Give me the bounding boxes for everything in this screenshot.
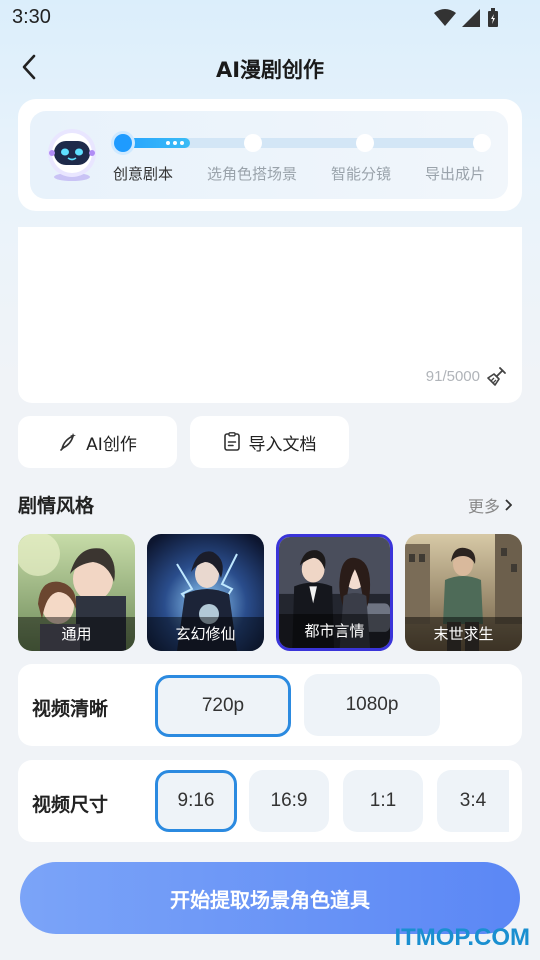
battery-icon <box>488 8 498 27</box>
size-1-1-button[interactable]: 1:1 <box>343 770 423 832</box>
progress-fill <box>122 138 191 148</box>
style-label-fantasy: 玄幻修仙 <box>147 617 264 651</box>
size-1-1-label: 1:1 <box>369 790 397 811</box>
size-16-9-label: 16:9 <box>270 790 308 811</box>
script-editor[interactable]: 91/5000 <box>18 227 522 403</box>
style-card-general[interactable]: 通用 <box>18 534 135 651</box>
style-card-urban-romance[interactable]: 都市言情 <box>276 534 393 651</box>
step-node-3[interactable] <box>356 134 374 152</box>
video-size-row: 视频尺寸 9:16 16:9 1:1 3:4 <box>18 760 522 842</box>
video-size-label: 视频尺寸 <box>32 794 109 816</box>
video-quality-label: 视频清晰 <box>32 698 109 720</box>
ai-create-button[interactable]: AI创作 <box>18 416 177 468</box>
quality-720p-label: 720p <box>201 695 245 716</box>
style-section-title: 剧情风格 <box>18 495 95 517</box>
style-label-urban-romance: 都市言情 <box>279 614 390 648</box>
signal-icon <box>462 9 480 27</box>
step-label-script[interactable]: 创意剧本 <box>113 163 173 184</box>
chevron-right-icon <box>505 499 512 511</box>
size-3-4-button[interactable]: 3:4 <box>437 770 509 832</box>
start-extract-label: 开始提取场景角色道具 <box>170 887 370 912</box>
import-doc-label: 导入文档 <box>248 434 317 455</box>
size-9-16-label: 9:16 <box>177 790 215 811</box>
size-16-9-button[interactable]: 16:9 <box>249 770 329 832</box>
document-icon <box>223 432 240 451</box>
status-icons <box>434 8 500 28</box>
step-label-storyboard[interactable]: 智能分镜 <box>331 163 391 184</box>
ai-create-label: AI创作 <box>86 434 137 455</box>
more-label: 更多 <box>467 497 500 516</box>
import-doc-button[interactable]: 导入文档 <box>190 416 349 468</box>
steps-card: 创意剧本 选角色搭场景 智能分镜 导出成片 <box>18 99 522 211</box>
step-label-cast[interactable]: 选角色搭场景 <box>207 163 297 184</box>
progress-track <box>114 134 491 152</box>
more-styles-link[interactable]: 更多 <box>468 493 512 517</box>
char-count: 91/5000 <box>425 368 480 385</box>
quality-720p-button[interactable]: 720p <box>155 675 291 737</box>
style-card-apocalypse[interactable]: 末世求生 <box>405 534 522 651</box>
watermark: ITMOP.COM <box>394 924 530 951</box>
style-label-general: 通用 <box>18 617 135 651</box>
style-card-fantasy[interactable]: 玄幻修仙 <box>147 534 264 651</box>
step-label-export[interactable]: 导出成片 <box>425 163 485 184</box>
quality-1080p-button[interactable]: 1080p <box>304 674 440 736</box>
nav-bar: AI漫剧创作 <box>0 48 540 88</box>
step-node-2[interactable] <box>244 134 262 152</box>
size-9-16-button[interactable]: 9:16 <box>155 770 237 832</box>
progress-dots <box>166 141 185 145</box>
robot-avatar-icon <box>48 129 96 181</box>
step-node-4[interactable] <box>473 134 491 152</box>
quill-sparkle-icon <box>60 433 77 451</box>
status-time: 3:30 <box>12 6 51 28</box>
style-label-apocalypse: 末世求生 <box>405 617 522 651</box>
step-node-1[interactable] <box>114 134 132 152</box>
video-quality-row: 视频清晰 720p 1080p <box>18 664 522 746</box>
wifi-icon <box>434 9 456 26</box>
status-bar: 3:30 <box>0 0 540 36</box>
broom-clear-icon[interactable] <box>486 365 508 387</box>
page-title: AI漫剧创作 <box>215 58 325 82</box>
quality-1080p-label: 1080p <box>345 694 399 715</box>
size-3-4-label: 3:4 <box>459 790 487 811</box>
steps-panel: 创意剧本 选角色搭场景 智能分镜 导出成片 <box>30 111 508 199</box>
